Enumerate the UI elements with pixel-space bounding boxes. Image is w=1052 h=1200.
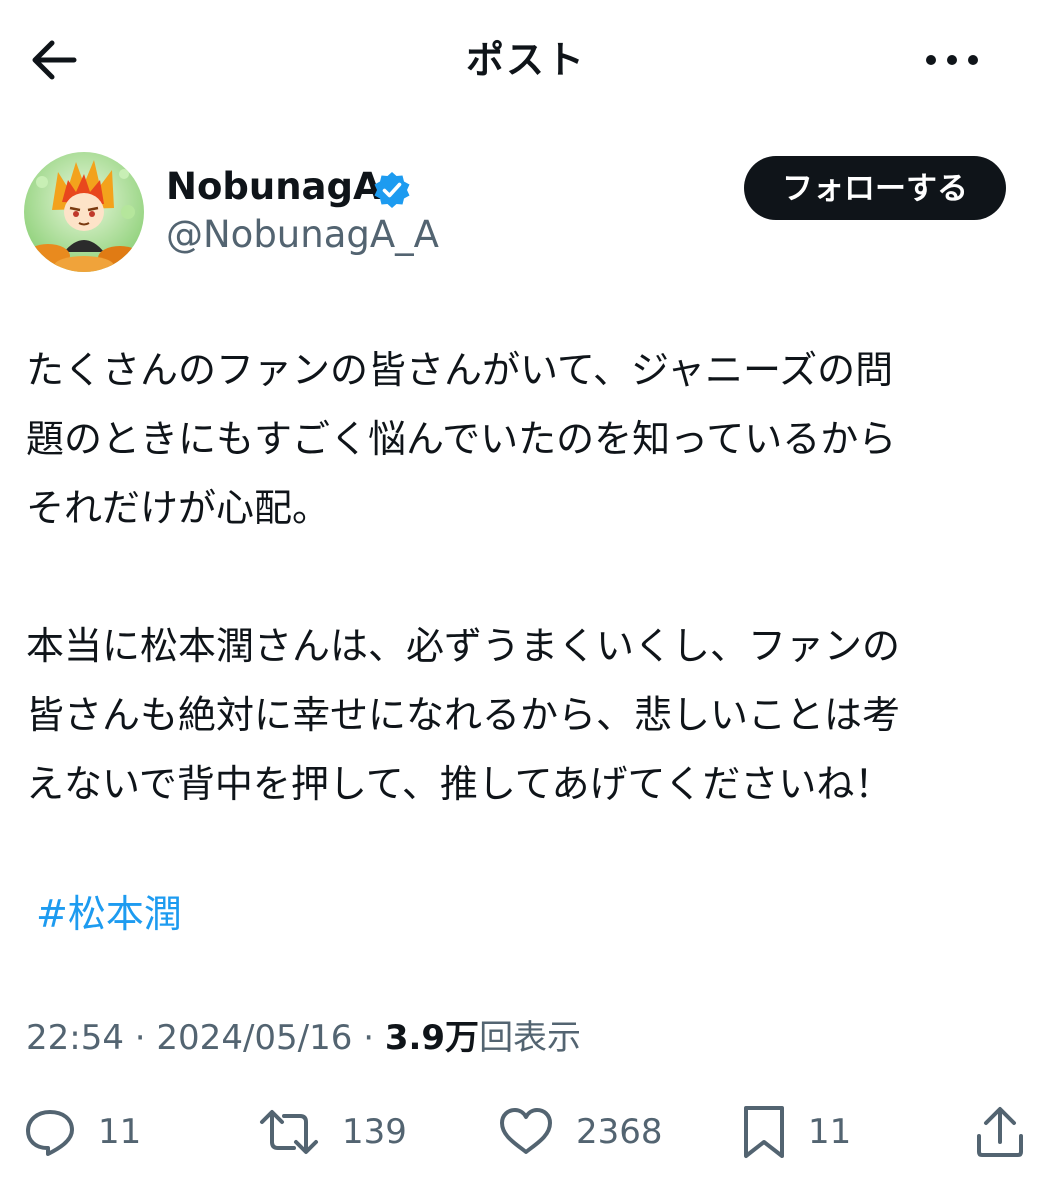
views-count[interactable]: 3.9万 xyxy=(385,1018,479,1058)
verified-badge-icon xyxy=(374,172,410,208)
more-horizontal-icon xyxy=(926,55,978,65)
avatar[interactable] xyxy=(24,152,144,272)
bookmark-button[interactable]: 11 xyxy=(742,1100,851,1164)
repost-button[interactable]: 139 xyxy=(258,1100,407,1164)
post-time: 22:54 xyxy=(26,1018,124,1058)
post-line: 本当に松本潤さんは、必ずうまくいくし、ファンの xyxy=(26,624,901,668)
hashtag-link[interactable]: #松本潤 xyxy=(36,884,182,944)
repost-icon xyxy=(260,1110,318,1154)
reply-icon xyxy=(26,1110,74,1156)
bookmark-count: 11 xyxy=(808,1112,852,1152)
share-button[interactable] xyxy=(974,1100,1026,1164)
like-count: 2368 xyxy=(576,1112,663,1152)
action-bar: 11 139 2368 11 xyxy=(0,1100,1052,1164)
page-title: ポスト xyxy=(465,38,586,82)
post-line: たくさんのファンの皆さんがいて、ジャニーズの問 xyxy=(26,348,894,392)
post-line: 題のときにもすごく悩んでいたのを知っているから xyxy=(26,417,897,461)
user-handle[interactable]: @NobunagA_A xyxy=(166,212,439,258)
post-date: 2024/05/16 xyxy=(156,1018,353,1058)
post-text: たくさんのファンの皆さんがいて、ジャニーズの問 題のときにもすごく悩んでいたのを… xyxy=(26,336,1036,819)
like-button[interactable]: 2368 xyxy=(498,1100,663,1164)
post-line: それだけが心配。 xyxy=(26,486,331,530)
views-label: 回表示 xyxy=(479,1018,582,1058)
more-options-button[interactable] xyxy=(924,38,980,82)
heart-icon xyxy=(500,1108,552,1154)
meta-separator: · xyxy=(123,1018,157,1058)
post-line: えないで背中を押して、推してあげてくださいね！ xyxy=(26,762,893,806)
share-icon xyxy=(977,1107,1023,1157)
meta-separator: · xyxy=(352,1018,385,1058)
top-bar: ポスト xyxy=(0,0,1052,120)
avatar-image xyxy=(24,152,144,272)
reply-count: 11 xyxy=(98,1112,142,1152)
repost-count: 139 xyxy=(342,1112,407,1152)
bookmark-icon xyxy=(744,1106,784,1158)
post-meta: 22:54 · 2024/05/16 · 3.9万回表示 xyxy=(26,1012,581,1064)
reply-button[interactable]: 11 xyxy=(24,1100,141,1164)
display-name[interactable]: NobunagA xyxy=(166,164,382,210)
post-line: 皆さんも絶対に幸せになれるから、悲しいことは考 xyxy=(26,693,901,737)
follow-button[interactable]: フォローする xyxy=(744,156,1006,220)
post-line xyxy=(26,543,1036,612)
